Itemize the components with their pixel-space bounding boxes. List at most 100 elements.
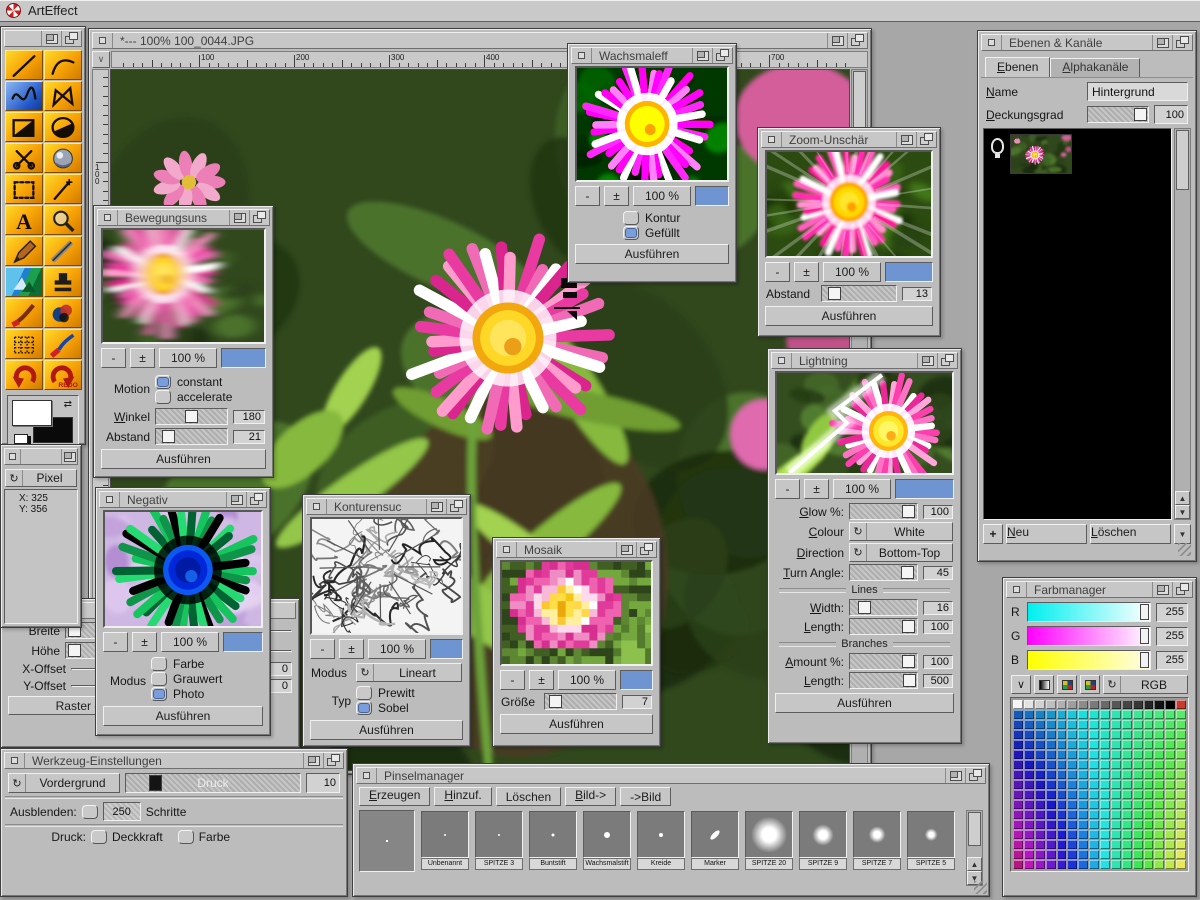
palette-swatch[interactable] [1013, 790, 1023, 799]
palette-swatch[interactable] [1067, 840, 1077, 849]
palette-swatch[interactable] [1089, 850, 1099, 859]
titlebar[interactable]: Wachsmaleff [571, 47, 733, 64]
palette-swatch[interactable] [1154, 770, 1164, 779]
palette-swatch[interactable] [1100, 830, 1110, 839]
depth-icon[interactable] [61, 31, 81, 46]
palette-swatch[interactable] [1035, 750, 1045, 759]
close-icon[interactable] [357, 768, 377, 783]
zoom-level-button[interactable]: 100 % [833, 479, 891, 499]
palette-swatch[interactable] [1122, 770, 1132, 779]
brush-thumbnail[interactable] [799, 811, 847, 858]
tool-smudge-button[interactable] [44, 236, 82, 266]
titlebar[interactable]: Werkzeug-Einstellungen [4, 752, 344, 769]
palette-swatch[interactable] [1144, 740, 1154, 749]
palette-swatch[interactable] [1122, 710, 1132, 719]
palette-swatch[interactable] [1046, 770, 1056, 779]
palette-swatch[interactable] [1024, 720, 1034, 729]
palette-swatch[interactable] [1111, 710, 1121, 719]
blue-slider[interactable] [1027, 650, 1151, 670]
titlebar[interactable]: Farbmanager [1006, 581, 1193, 598]
slider-knob[interactable] [68, 644, 81, 657]
palette-swatch[interactable] [1122, 780, 1132, 789]
depth-icon[interactable] [965, 768, 985, 783]
distance-slider[interactable] [155, 428, 228, 445]
zoom-out-button[interactable]: - [500, 670, 525, 690]
color-checkbox[interactable] [178, 830, 194, 844]
palette-swatch[interactable] [1057, 710, 1067, 719]
palette-swatch[interactable] [1111, 820, 1121, 829]
palette-swatch[interactable] [1133, 850, 1143, 859]
close-icon[interactable] [1007, 582, 1027, 597]
palette-swatch[interactable] [1089, 810, 1099, 819]
titlebar[interactable]: Zoom-Unschär [761, 131, 937, 148]
tab-ebenen[interactable]: Ebenen [985, 57, 1050, 77]
image-to-brush-button[interactable]: Bild-> [565, 787, 616, 806]
fade-steps-value[interactable]: 250 [103, 802, 141, 821]
units-cycle[interactable]: Pixel [5, 469, 77, 487]
palette-swatch[interactable] [1111, 730, 1121, 739]
palette-swatch[interactable] [1133, 770, 1143, 779]
palette-swatch[interactable] [1067, 810, 1077, 819]
palette-swatch[interactable] [1078, 760, 1088, 769]
palette-swatch[interactable] [1165, 820, 1175, 829]
palette-swatch[interactable] [1013, 730, 1023, 739]
palette-swatch[interactable] [1078, 790, 1088, 799]
zoom-level-button[interactable]: 100 % [161, 632, 219, 652]
zoom-level-button[interactable]: 100 % [368, 639, 426, 659]
palette-swatch[interactable] [1078, 700, 1088, 709]
depth-icon[interactable] [1172, 582, 1192, 597]
palette-swatch[interactable] [1013, 830, 1023, 839]
brush-item[interactable]: SPITZE 3 [475, 811, 523, 870]
brush-item[interactable]: Marker [691, 811, 739, 870]
palette-swatch[interactable] [1057, 860, 1067, 869]
checkbox-gefuellt[interactable] [623, 226, 639, 240]
palette-swatch[interactable] [1144, 700, 1154, 709]
fade-checkbox[interactable] [82, 805, 98, 819]
radio-farbe[interactable] [151, 657, 167, 671]
palette-swatch[interactable] [1035, 740, 1045, 749]
brush-item[interactable]: Wachsmalstift [583, 811, 631, 870]
zoom-reset-button[interactable]: ± [529, 670, 554, 690]
palette-swatch[interactable] [1122, 830, 1132, 839]
slider-knob[interactable] [902, 505, 915, 518]
checkbox-kontur[interactable] [623, 211, 639, 225]
layers-panel[interactable]: Ebenen & Kanäle Ebenen Alphakanäle Name … [977, 30, 1197, 562]
palette-swatch[interactable] [1133, 860, 1143, 869]
palette-swatch[interactable] [1133, 710, 1143, 719]
slider-knob[interactable] [902, 655, 915, 668]
palette-swatch[interactable] [1067, 770, 1077, 779]
palette-swatch[interactable] [1057, 730, 1067, 739]
tool-redo-button[interactable]: REDO [44, 360, 82, 390]
restore-icon[interactable] [945, 768, 965, 783]
palette-swatch[interactable] [1089, 840, 1099, 849]
palette-swatch[interactable] [1111, 840, 1121, 849]
green-slider[interactable] [1027, 626, 1151, 646]
palette-swatch[interactable] [1035, 720, 1045, 729]
palette-swatch[interactable] [1089, 710, 1099, 719]
palette-swatch[interactable] [1122, 860, 1132, 869]
palette-swatch[interactable] [1144, 820, 1154, 829]
palette-swatch[interactable] [1046, 710, 1056, 719]
palette-swatch[interactable] [1078, 850, 1088, 859]
palette-swatch[interactable] [1067, 860, 1077, 869]
tool-raster-button[interactable] [5, 329, 43, 359]
zoom-out-button[interactable]: - [101, 348, 126, 368]
line-width-slider[interactable] [849, 599, 918, 616]
palette-swatch[interactable] [1122, 810, 1132, 819]
gradient-icon[interactable] [1034, 675, 1054, 694]
palette-swatch[interactable] [1154, 780, 1164, 789]
palette-swatch[interactable] [1111, 780, 1121, 789]
tool-pencil-button[interactable] [5, 236, 43, 266]
palette-swatch[interactable] [1078, 770, 1088, 779]
turn-angle-value[interactable]: 45 [923, 566, 953, 580]
close-icon[interactable] [982, 35, 1002, 50]
palette-swatch[interactable] [1046, 860, 1056, 869]
palette-swatch[interactable] [1024, 750, 1034, 759]
palette-swatch[interactable] [1165, 700, 1175, 709]
palette-swatch[interactable] [1024, 790, 1034, 799]
palette-swatch[interactable] [1144, 780, 1154, 789]
restore-icon[interactable] [303, 753, 323, 768]
palette-swatch[interactable] [1144, 790, 1154, 799]
height-value[interactable] [268, 650, 292, 652]
palette-swatch[interactable] [1100, 840, 1110, 849]
